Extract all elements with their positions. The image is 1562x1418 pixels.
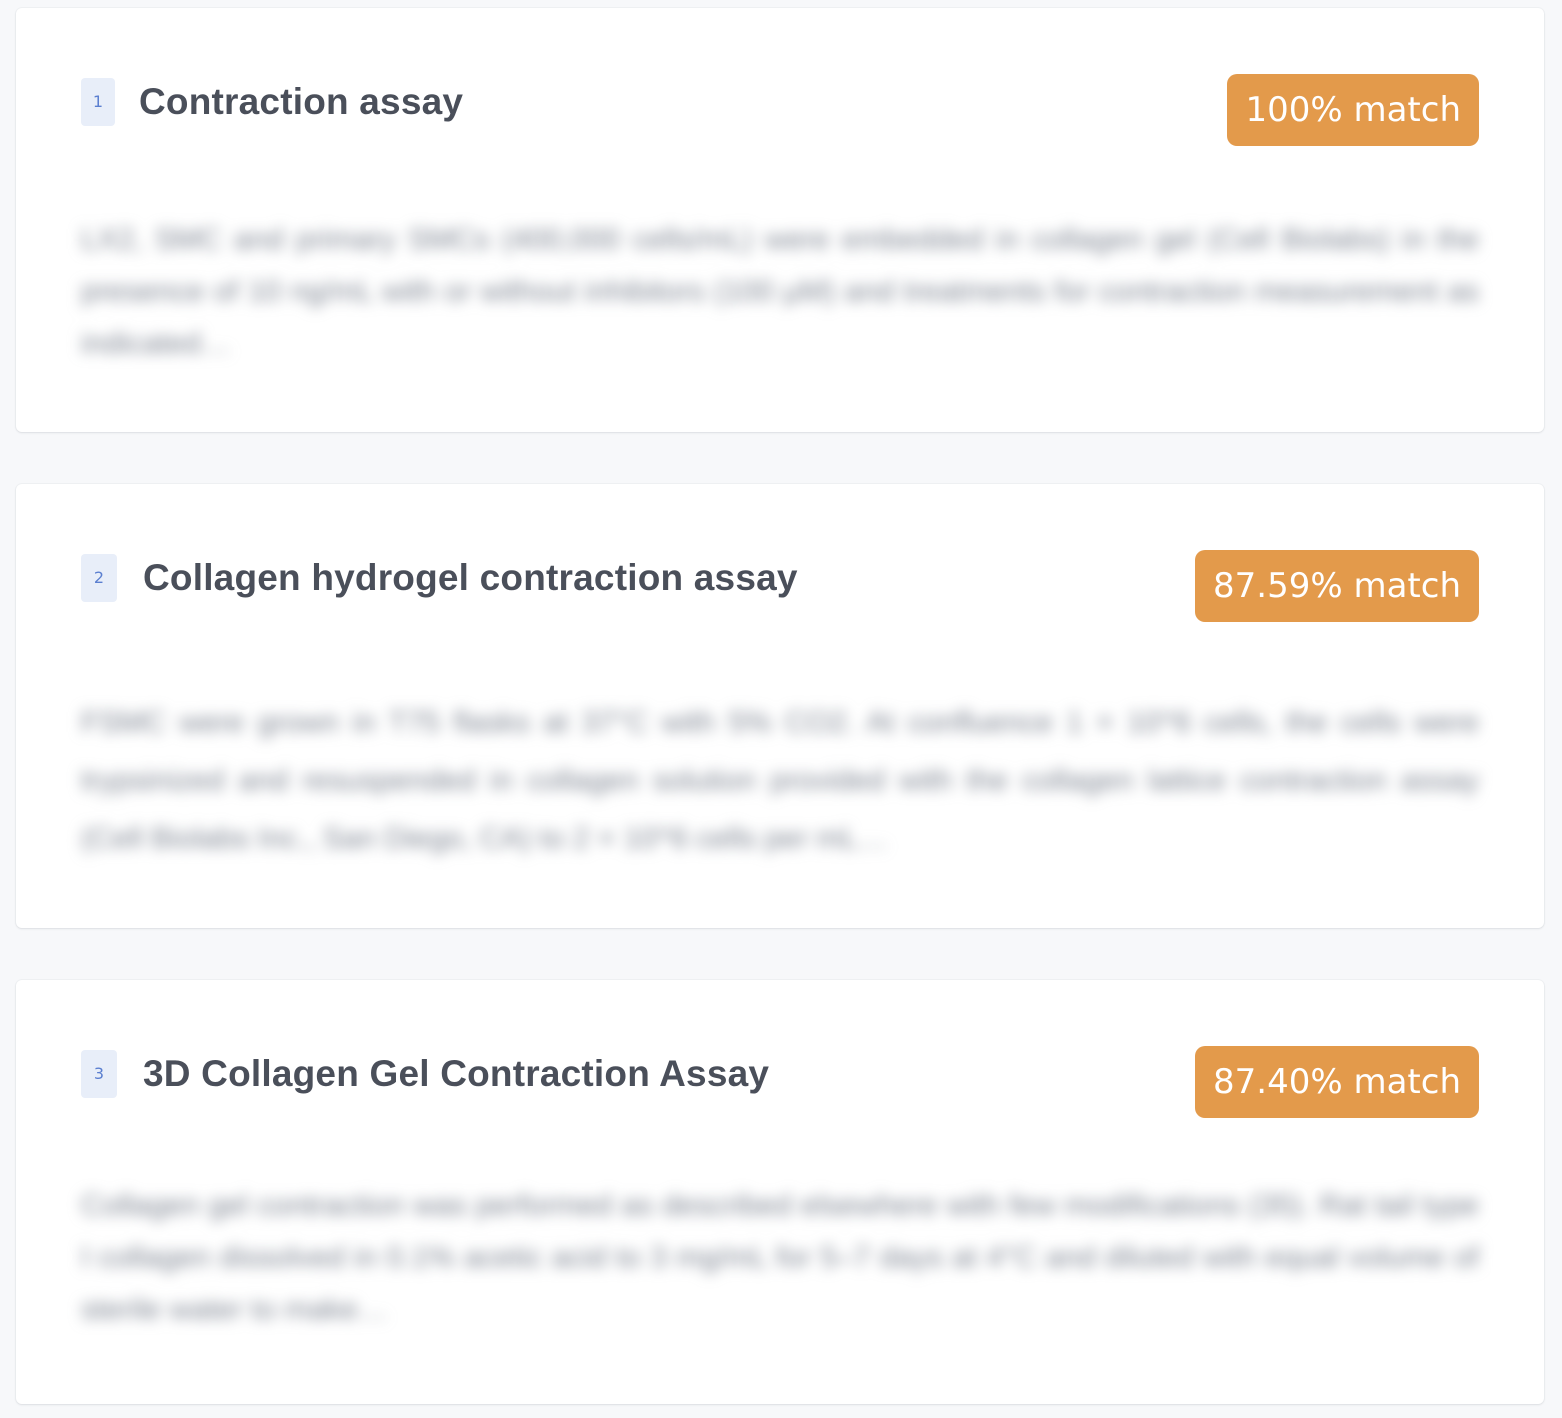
match-score-badge: 87.59% match xyxy=(1195,550,1479,622)
result-title[interactable]: Collagen hydrogel contraction assay xyxy=(143,554,798,602)
result-snippet: LX2, SMC and primary SMCs (400,000 cells… xyxy=(81,223,1479,360)
results-list: 1 Contraction assay 100% match LX2, SMC … xyxy=(0,0,1562,1418)
rank-badge: 1 xyxy=(81,78,115,126)
rank-badge: 2 xyxy=(81,554,117,602)
result-snippet: FSMC were grown in T75 flasks at 37°C wi… xyxy=(81,706,1479,855)
rank-badge: 3 xyxy=(81,1050,117,1098)
result-snippet: Collagen gel contraction was performed a… xyxy=(81,1189,1479,1326)
match-score-badge: 87.40% match xyxy=(1195,1046,1479,1118)
result-header: 1 Contraction assay 100% match xyxy=(81,74,1479,146)
match-score-badge: 100% match xyxy=(1227,74,1479,146)
result-header: 2 Collagen hydrogel contraction assay 87… xyxy=(81,550,1479,622)
result-card[interactable]: 1 Contraction assay 100% match LX2, SMC … xyxy=(16,8,1544,432)
result-card[interactable]: 3 3D Collagen Gel Contraction Assay 87.4… xyxy=(16,980,1544,1404)
result-header: 3 3D Collagen Gel Contraction Assay 87.4… xyxy=(81,1046,1479,1118)
result-title[interactable]: 3D Collagen Gel Contraction Assay xyxy=(143,1050,769,1098)
result-title[interactable]: Contraction assay xyxy=(139,78,463,126)
result-card[interactable]: 2 Collagen hydrogel contraction assay 87… xyxy=(16,484,1544,928)
